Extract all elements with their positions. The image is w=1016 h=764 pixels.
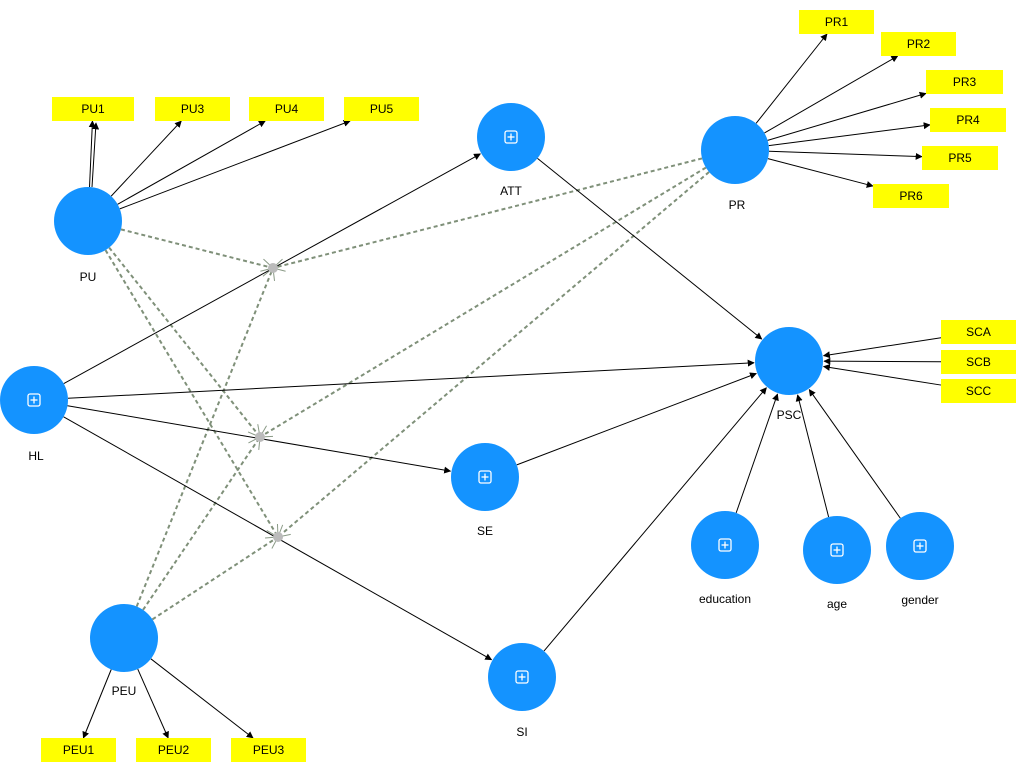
indicator-label: PU3 [181, 102, 205, 116]
latent-psc[interactable]: PSC [755, 327, 823, 422]
moderator-node-m3[interactable] [273, 532, 283, 542]
moderator-line-pr-m1[interactable] [272, 157, 703, 269]
latent-peu[interactable]: PEU [90, 604, 158, 698]
indicator-label: PU4 [275, 102, 299, 116]
indicator-label: PU5 [370, 102, 394, 116]
latent-label: PEU [112, 684, 137, 698]
loading-arrow-pr6[interactable] [767, 158, 874, 188]
loading-arrow-pu1[interactable] [88, 120, 96, 188]
moderator-node-m1[interactable] [268, 263, 278, 273]
latent-att[interactable]: ATT [477, 103, 545, 198]
loading-arrow-pr1[interactable] [755, 33, 828, 124]
indicator-peu3[interactable]: PEU3 [231, 738, 306, 762]
indicator-pu1[interactable]: PU1 [52, 97, 134, 121]
loading-arrow-pu4[interactable] [117, 120, 266, 205]
indicator-label: PR5 [948, 151, 972, 165]
indicator-label: PEU2 [158, 743, 190, 757]
indicator-pu3[interactable]: PU3 [155, 97, 230, 121]
latent-hl[interactable]: HL [0, 366, 68, 463]
indicator-peu1[interactable]: PEU1 [41, 738, 116, 762]
indicator-pu4[interactable]: PU4 [249, 97, 324, 121]
latent-label: PU [80, 270, 97, 284]
path-education-psc[interactable] [735, 393, 779, 514]
path-gender-psc[interactable] [808, 388, 901, 519]
indicator-pr2[interactable]: PR2 [881, 32, 956, 56]
loading-arrow-scb[interactable] [823, 357, 942, 365]
loading-arrow-peu3[interactable] [150, 658, 254, 739]
latent-label: education [699, 592, 751, 606]
path-age-psc[interactable] [795, 394, 830, 518]
latent-label: age [827, 597, 847, 611]
loading-arrow-pr4[interactable] [768, 122, 931, 147]
latent-gender[interactable]: gender [886, 512, 954, 607]
loading-arrow-peu1[interactable] [82, 669, 112, 739]
loading-arrow-sca[interactable] [822, 337, 942, 359]
moderator-line-peu-m2[interactable] [142, 436, 261, 611]
indicator-label: PR2 [907, 37, 931, 51]
latent-pr[interactable]: PR [701, 116, 769, 212]
latent-circle[interactable] [54, 187, 122, 255]
indicator-label: PR3 [953, 75, 977, 89]
loading-arrow-pu2[interactable] [91, 122, 100, 188]
indicator-label: PEU1 [63, 743, 95, 757]
loading-arrow-scc[interactable] [822, 364, 942, 386]
moderator-line-pr-m2[interactable] [259, 166, 707, 438]
indicator-label: PR1 [825, 15, 849, 29]
latent-label: PR [729, 198, 746, 212]
indicator-pr3[interactable]: PR3 [926, 70, 1003, 94]
latent-label: ATT [500, 184, 522, 198]
indicator-pr4[interactable]: PR4 [930, 108, 1006, 132]
latent-label: HL [28, 449, 44, 463]
indicator-label: SCA [966, 325, 991, 339]
moderator-line-peu-m3[interactable] [151, 536, 279, 621]
latent-si[interactable]: SI [488, 643, 556, 739]
indicator-pr6[interactable]: PR6 [873, 184, 949, 208]
indicator-pu5[interactable]: PU5 [344, 97, 419, 121]
loading-arrow-pu3[interactable] [110, 120, 182, 197]
latent-age[interactable]: age [803, 516, 871, 611]
indicator-scc[interactable]: SCC [941, 379, 1016, 403]
indicator-peu2[interactable]: PEU2 [136, 738, 211, 762]
loading-arrow-pr5[interactable] [768, 150, 923, 160]
indicator-label: SCC [966, 384, 992, 398]
moderator-line-pu-m3[interactable] [104, 249, 279, 538]
latent-label: SI [516, 725, 527, 739]
loading-arrow-pu5[interactable] [119, 119, 351, 210]
latent-pu[interactable]: PU [54, 187, 122, 284]
indicator-label: PEU3 [253, 743, 285, 757]
latent-circle[interactable] [701, 116, 769, 184]
model-canvas: PU1 PU3 PU4 PU5 PR1 PR2 PR3 PR4 PR5 PR6 SCA SCB SCC P… [0, 10, 1016, 762]
indicator-sca[interactable]: SCA [941, 320, 1016, 344]
moderator-line-pu-m1[interactable] [120, 228, 274, 269]
latent-label: gender [901, 593, 938, 607]
indicator-pr5[interactable]: PR5 [922, 146, 998, 170]
moderator-node-m2[interactable] [255, 432, 265, 442]
path-hl-psc[interactable] [67, 359, 755, 399]
latent-circle[interactable] [755, 327, 823, 395]
latent-label: PSC [777, 408, 802, 422]
latent-circle[interactable] [90, 604, 158, 672]
latent-education[interactable]: education [691, 511, 759, 606]
latent-label: SE [477, 524, 493, 538]
moderator-line-pu-m2[interactable] [108, 246, 261, 438]
loading-arrow-peu2[interactable] [137, 668, 169, 739]
latent-se[interactable]: SE [451, 443, 519, 538]
indicator-pr1[interactable]: PR1 [799, 10, 874, 34]
indicator-scb[interactable]: SCB [941, 350, 1016, 374]
indicator-label: PR4 [956, 113, 980, 127]
indicator-label: PR6 [899, 189, 923, 203]
indicator-label: SCB [966, 355, 991, 369]
indicator-label: PU1 [81, 102, 105, 116]
path-se-psc[interactable] [516, 372, 757, 466]
